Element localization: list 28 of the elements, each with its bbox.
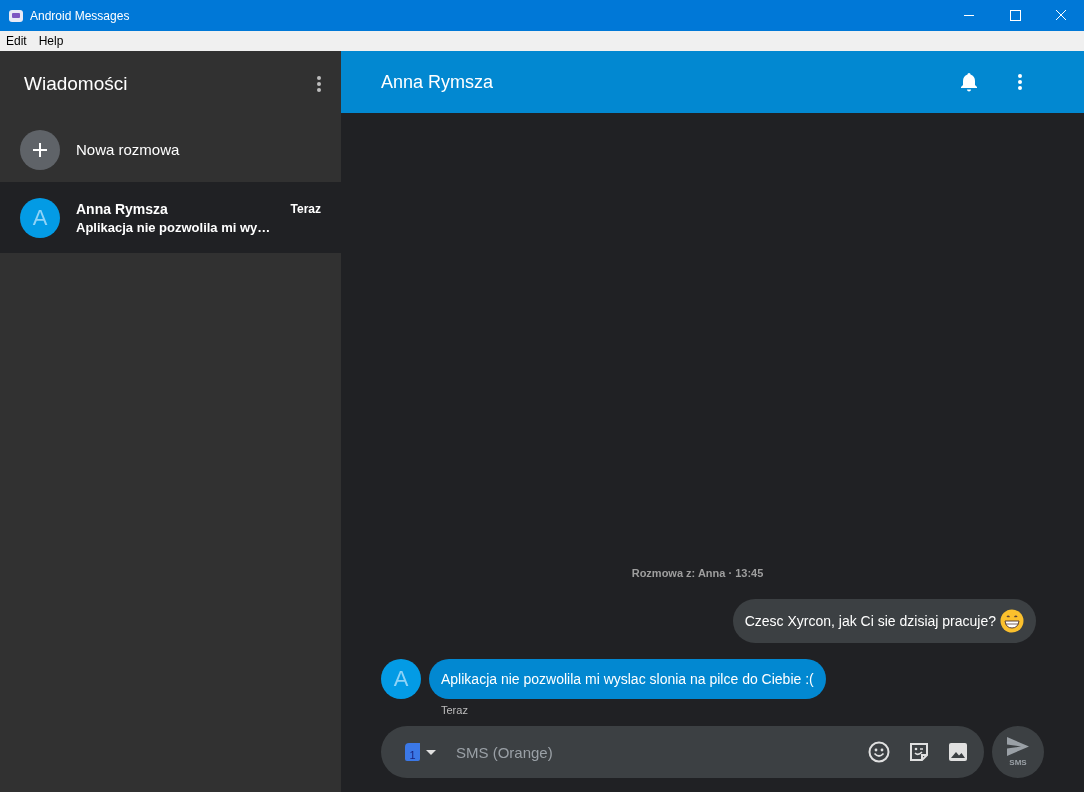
chat-title: Anna Rymsza [381,71,494,93]
window-title: Android Messages [30,8,130,23]
image-icon[interactable] [948,742,968,762]
sticker-icon[interactable] [908,741,930,763]
send-button[interactable]: SMS [992,726,1044,778]
menu-item[interactable]: Help [32,34,70,48]
plus-icon [20,129,60,170]
contact-name: Anna Rymsza [76,200,168,217]
avatar: A [381,659,421,699]
more-options-icon[interactable] [317,76,321,92]
message-preview: Aplikacja nie pozwolila mi wy… [76,219,271,235]
conversation-item[interactable]: A Anna Rymsza Teraz Aplikacja nie pozwolila mi wy… [0,182,341,253]
send-icon [1007,737,1029,756]
sidebar-title: Wiadomości [24,73,128,95]
sim-badge: 1 [405,743,420,761]
message-bubble: Czesc Xyrcon, jak Ci sie dzisiaj pracuje? [732,599,1036,643]
app-icon [9,9,23,22]
message-time: Teraz [441,704,468,716]
message-time: Teraz [290,201,321,216]
more-options-icon[interactable] [1018,74,1022,90]
menu-item[interactable]: Edit [0,34,33,48]
avatar: A [20,197,60,238]
conversation-info: Rozmowa z: Anna · 13:45 [631,567,764,579]
new-conversation-button[interactable]: Nowa rozmowa [0,117,341,182]
caret-icon [426,749,436,755]
message-bubble: Aplikacja nie pozwolila mi wyslac slonia na pilce do Ciebie :( [429,659,826,699]
smiley-icon[interactable] [868,741,890,763]
bell-icon[interactable] [960,72,978,92]
